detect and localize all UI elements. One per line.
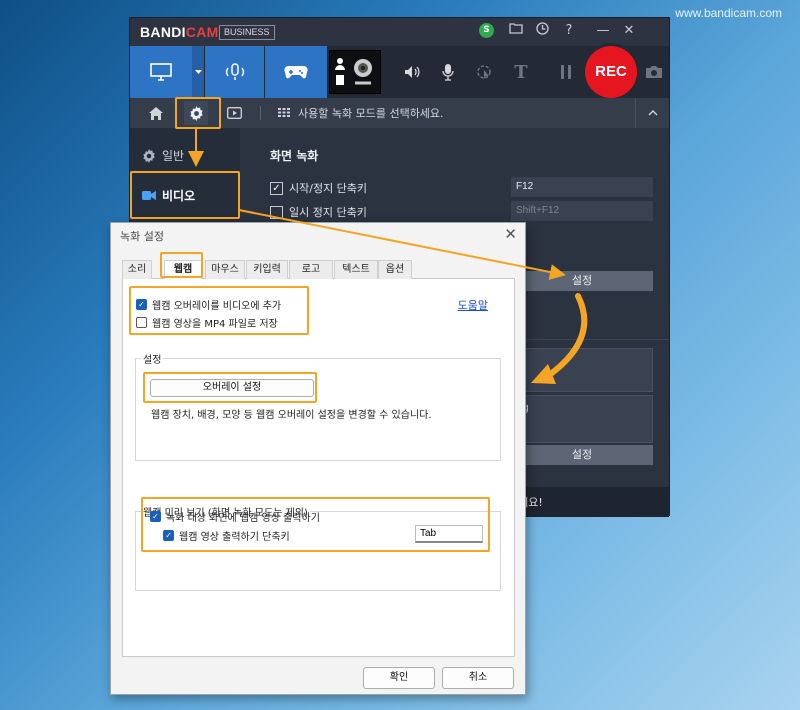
gear-icon	[143, 148, 155, 163]
screen-mode-button[interactable]	[130, 46, 192, 98]
watermark: www.bandicam.com	[675, 6, 782, 20]
section-title: 화면 녹화	[270, 149, 319, 163]
nav-instruction: 사용할 녹화 모드를 선택하세요.	[298, 107, 444, 120]
overlay-description: 웹캠 장치, 배경, 모양 등 웹캠 오버레이 설정을 변경할 수 있습니다.	[151, 410, 432, 421]
start-stop-hotkey-option[interactable]: ✓ 시작/정지 단축키	[270, 180, 367, 196]
webcam-tab-panel: ✓ 웹캠 오버레이를 비디오에 추가 웹캠 영상을 MP4 파일로 저장 도움말…	[122, 279, 515, 657]
close-icon[interactable]: ✕	[620, 22, 638, 40]
title-bar: BANDICAM BUSINESS S ? — ✕	[130, 18, 669, 46]
pause-checkbox[interactable]	[270, 205, 283, 219]
webcam-preview[interactable]	[329, 50, 381, 94]
tab-mouse[interactable]: 마우스	[205, 260, 245, 279]
record-button[interactable]: REC	[585, 46, 637, 98]
codec-settings-button[interactable]: 설정	[511, 445, 653, 465]
highlight-preview-options	[141, 497, 490, 552]
video-play-icon[interactable]	[222, 101, 246, 125]
clock-icon[interactable]	[533, 22, 551, 40]
microphone-wave-icon	[225, 63, 244, 80]
start-stop-checkbox[interactable]: ✓	[270, 181, 283, 195]
tab-logo[interactable]: 로고	[289, 260, 333, 279]
highlight-overlay-options	[129, 286, 309, 335]
nav-divider-2	[635, 98, 636, 128]
grid-icon	[278, 108, 290, 117]
mode-dropdown[interactable]	[192, 46, 204, 98]
dialog-close-icon[interactable]: ✕	[504, 225, 517, 243]
minimize-icon[interactable]: —	[594, 22, 612, 40]
home-icon[interactable]	[144, 101, 168, 125]
tab-options[interactable]: 옵션	[378, 260, 412, 279]
pause-icon[interactable]	[552, 46, 580, 98]
mouse-cursor-icon[interactable]	[470, 46, 498, 98]
help-icon[interactable]: ?	[560, 22, 578, 40]
game-mode-button[interactable]	[265, 46, 327, 98]
tab-keystroke[interactable]: 키입력	[246, 260, 288, 279]
cancel-button[interactable]: 취소	[442, 667, 514, 689]
format-info-box	[511, 348, 653, 392]
sidebar-item-general[interactable]: 일반	[142, 147, 184, 164]
collapse-chevron-up-icon[interactable]	[641, 101, 665, 125]
account-badge[interactable]: S	[479, 23, 494, 38]
ok-button[interactable]: 확인	[363, 667, 435, 689]
chevron-down-icon	[194, 69, 202, 74]
audio-mode-button[interactable]	[205, 46, 264, 98]
text-overlay-icon[interactable]: T	[507, 46, 535, 98]
start-stop-hotkey-field[interactable]: F12	[511, 177, 653, 197]
highlight-webcam-tab	[160, 252, 203, 278]
highlight-video-sidebar	[130, 171, 240, 219]
tab-text[interactable]: 텍스트	[334, 260, 378, 279]
app-logo: BANDICAM	[140, 24, 219, 40]
nav-divider	[260, 106, 261, 120]
microphone-icon[interactable]	[434, 46, 462, 98]
screenshot-camera-icon[interactable]	[640, 46, 668, 98]
speaker-icon[interactable]	[398, 46, 426, 98]
gamepad-icon	[284, 65, 308, 79]
monitor-icon	[150, 63, 172, 81]
settings-group-label: 설정	[141, 351, 164, 366]
pause-hotkey-option[interactable]: 일시 정지 단축키	[270, 204, 367, 220]
codec-info-box: ng	[511, 395, 653, 443]
highlight-overlay-settings-button	[143, 372, 317, 403]
highlight-settings-gear	[175, 97, 221, 129]
edition-badge: BUSINESS	[219, 25, 275, 40]
settings-target-outline	[537, 267, 653, 291]
mode-toolbar: T REC	[130, 46, 669, 98]
folder-icon[interactable]	[507, 22, 525, 40]
tab-sound[interactable]: 소리	[122, 260, 152, 279]
pause-hotkey-field[interactable]: Shift+F12	[511, 201, 653, 221]
help-link[interactable]: 도움말	[458, 297, 488, 313]
dialog-title: 녹화 설정	[120, 230, 164, 243]
record-settings-dialog: 녹화 설정 ✕ 소리 웹캠 마우스 키입력 로고 텍스트 옵션 ✓ 웹캠 오버레…	[110, 222, 526, 695]
